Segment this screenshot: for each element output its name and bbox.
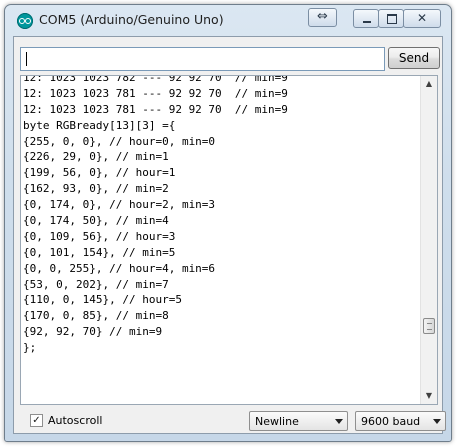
line-ending-select[interactable]: Newline — [249, 411, 348, 431]
close-icon: ✕ — [416, 11, 428, 25]
serial-output-line: }; — [23, 341, 37, 355]
chevron-down-icon — [335, 419, 343, 424]
serial-output-line: {0, 174, 50}, // min=4 — [23, 214, 169, 228]
text-caret — [26, 52, 27, 66]
serial-output-line: {226, 29, 0}, // min=1 — [23, 150, 169, 164]
arduino-icon — [17, 13, 33, 29]
send-button[interactable]: Send — [388, 47, 440, 69]
line-ending-value: Newline — [255, 415, 299, 428]
close-button[interactable]: ✕ — [403, 9, 441, 28]
scroll-up-icon[interactable]: ▲ — [421, 76, 437, 92]
serial-output-line: {162, 93, 0}, // min=2 — [23, 182, 169, 196]
bottom-toolbar: ✓ Autoscroll Newline 9600 baud — [20, 411, 446, 431]
serial-monitor-window: COM5 (Arduino/Genuino Uno) ⇔ ✕ Send 12: … — [4, 4, 452, 442]
serial-output-area[interactable]: 12: 1023 1023 782 --- 92 92 70 // min=9 1… — [20, 75, 438, 405]
baud-rate-value: 9600 baud — [361, 415, 421, 428]
scroll-down-icon[interactable]: ▼ — [421, 388, 437, 404]
serial-output-line: {199, 56, 0}, // hour=1 — [23, 166, 176, 180]
serial-monitor-body: Send 12: 1023 1023 782 --- 92 92 70 // m… — [13, 36, 446, 434]
minimize-button[interactable] — [353, 9, 379, 28]
switch-windows-button[interactable]: ⇔ — [308, 8, 337, 27]
scroll-thumb[interactable] — [423, 318, 435, 334]
serial-output-text: 12: 1023 1023 782 --- 92 92 70 // min=9 1… — [23, 75, 419, 372]
serial-output-line: byte RGBready[13][3] ={ — [23, 118, 176, 132]
serial-output-line: {0, 109, 56}, // hour=3 — [23, 229, 176, 243]
serial-output-line — [23, 356, 419, 372]
chevron-down-icon — [433, 419, 441, 424]
autoscroll-label: Autoscroll — [48, 414, 103, 427]
serial-output-line: 12: 1023 1023 781 --- 92 92 70 // min=9 — [23, 102, 288, 116]
title-bar[interactable]: COM5 (Arduino/Genuino Uno) ⇔ ✕ — [5, 5, 451, 35]
serial-output-line: 12: 1023 1023 781 --- 92 92 70 // min=9 — [23, 86, 288, 100]
baud-rate-select[interactable]: 9600 baud — [355, 411, 446, 431]
serial-output-line: {0, 0, 255}, // hour=4, min=6 — [23, 261, 216, 275]
vertical-scrollbar[interactable]: ▲ ▼ — [420, 76, 437, 404]
serial-output-line: {0, 101, 154}, // min=5 — [23, 245, 176, 259]
maximize-icon — [379, 10, 403, 27]
autoscroll-checkbox[interactable]: ✓ — [30, 414, 43, 427]
serial-output-line: {53, 0, 202}, // min=7 — [23, 277, 169, 291]
serial-send-input[interactable] — [20, 47, 385, 71]
minimize-icon — [354, 10, 378, 27]
serial-output-line: {0, 174, 0}, // hour=2, min=3 — [23, 198, 216, 212]
serial-output-line: {92, 92, 70} // min=9 — [23, 325, 163, 339]
serial-output-line: {110, 0, 145}, // hour=5 — [23, 293, 182, 307]
serial-output-line: {170, 0, 85}, // min=8 — [23, 309, 169, 323]
maximize-button[interactable] — [378, 9, 404, 28]
switch-windows-icon: ⇔ — [317, 9, 328, 24]
serial-output-line: 12: 1023 1023 782 --- 92 92 70 // min=9 — [23, 75, 288, 84]
serial-output-line: {255, 0, 0}, // hour=0, min=0 — [23, 134, 216, 148]
window-title: COM5 (Arduino/Genuino Uno) — [39, 12, 224, 27]
